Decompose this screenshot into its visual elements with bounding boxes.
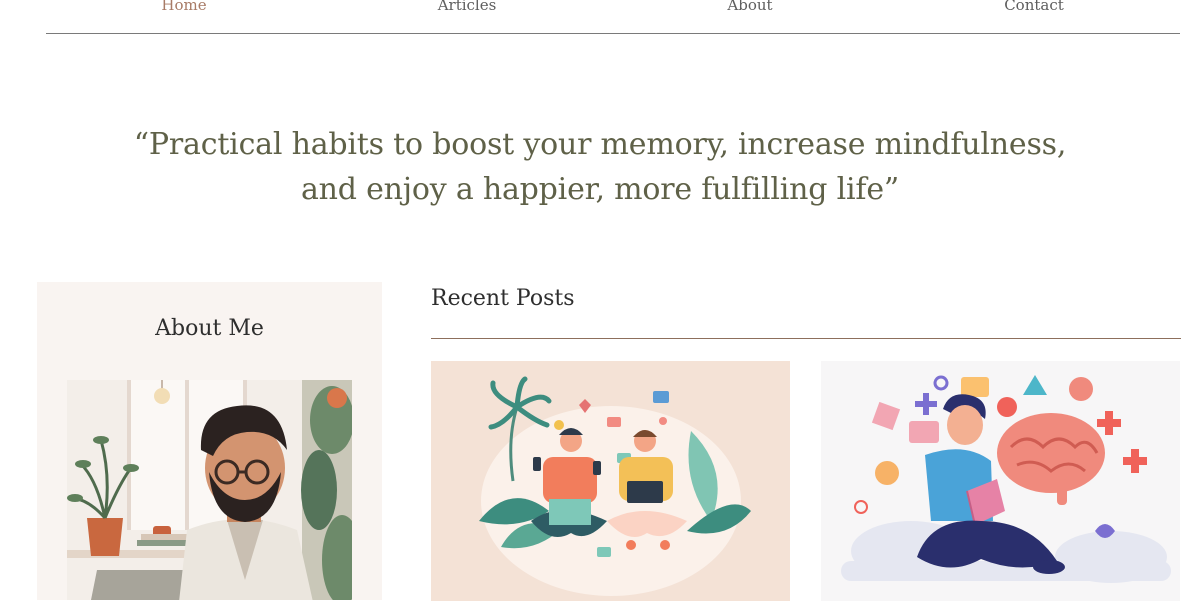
quote-line-2: and enjoy a happier, more fulfilling lif… (300, 172, 900, 207)
main-navigation: Home Articles About Contact (46, 0, 1180, 34)
post-card-2[interactable] (821, 361, 1180, 601)
post-card-1[interactable] (431, 361, 790, 601)
recent-posts-divider (431, 338, 1181, 339)
post-1-illustration (431, 361, 790, 601)
post-2-illustration (821, 361, 1180, 601)
nav-about-link[interactable]: About (670, 0, 830, 14)
author-illustration (67, 380, 352, 600)
nav-contact-link[interactable]: Contact (954, 0, 1114, 14)
recent-posts-title: Recent Posts (431, 286, 575, 311)
nav-home-link[interactable]: Home (104, 0, 264, 14)
about-me-card: About Me (37, 282, 382, 600)
nav-articles-link[interactable]: Articles (387, 0, 547, 14)
hero-quote: “Practical habits to boost your memory, … (100, 122, 1100, 212)
quote-line-1: “Practical habits to boost your memory, … (133, 127, 1067, 162)
about-me-title: About Me (155, 316, 264, 341)
